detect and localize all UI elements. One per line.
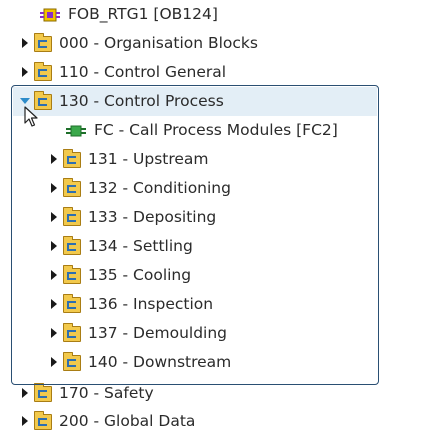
tree-item-132-conditioning[interactable]: 132 - Conditioning [47, 174, 231, 203]
chevron-right-icon[interactable] [47, 203, 63, 232]
tree-item-140-downstream[interactable]: 140 - Downstream [47, 348, 231, 377]
tree-item-label: 135 - Cooling [88, 266, 192, 284]
mouse-cursor-icon [24, 106, 38, 127]
folder-icon [63, 148, 81, 168]
folder-icon [63, 264, 81, 284]
tree-item-label: 131 - Upstream [88, 150, 209, 168]
tree-item-170-safety[interactable]: 170 - Safety [18, 379, 154, 408]
folder-icon [63, 322, 81, 342]
folder-icon [63, 206, 81, 226]
chevron-right-icon[interactable] [47, 290, 63, 319]
tree-item-label: FOB_RTG1 [OB124] [68, 5, 218, 23]
tree-item-label: FC - Call Process Modules [FC2] [94, 121, 338, 139]
tree-item-label: 133 - Depositing [88, 208, 217, 226]
chevron-right-icon[interactable] [18, 58, 34, 87]
folder-icon [34, 410, 52, 430]
tree-item-110-control-general[interactable]: 110 - Control General [18, 58, 226, 87]
tree-item-label: 110 - Control General [59, 63, 227, 81]
tree-item-label: 170 - Safety [59, 384, 154, 402]
chevron-right-icon[interactable] [47, 232, 63, 261]
folder-icon [63, 351, 81, 371]
folder-icon [34, 32, 52, 52]
tree-item-133-depositing[interactable]: 133 - Depositing [47, 203, 216, 232]
tree-item-134-settling[interactable]: 134 - Settling [47, 232, 193, 261]
tree-item-label: 200 - Global Data [59, 412, 196, 430]
chevron-right-icon[interactable] [47, 174, 63, 203]
chevron-right-icon[interactable] [47, 319, 63, 348]
folder-icon [63, 293, 81, 313]
tree-item-label: 136 - Inspection [88, 295, 214, 313]
tree-item-label: 140 - Downstream [88, 353, 232, 371]
tree-item-000-organisation-blocks[interactable]: 000 - Organisation Blocks [18, 29, 258, 58]
chevron-right-icon[interactable] [18, 379, 34, 408]
tree-item-137-demoulding[interactable]: 137 - Demoulding [47, 319, 227, 348]
ob-block-icon [40, 8, 60, 21]
chevron-right-icon[interactable] [18, 29, 34, 58]
folder-icon [63, 235, 81, 255]
tree-item-130-control-process[interactable]: 130 - Control Process [13, 87, 377, 116]
tree-item-label: 137 - Demoulding [88, 324, 228, 342]
folder-icon [34, 382, 52, 402]
tree-item-fc-call-process-modules[interactable]: FC - Call Process Modules [FC2] [66, 116, 338, 145]
folder-icon [63, 177, 81, 197]
expander-placeholder [14, 0, 30, 29]
tree-item-136-inspection[interactable]: 136 - Inspection [47, 290, 213, 319]
chevron-right-icon[interactable] [47, 348, 63, 377]
tree-item-label: 000 - Organisation Blocks [59, 34, 258, 52]
chevron-right-icon[interactable] [47, 145, 63, 174]
tree-item-label: 130 - Control Process [59, 92, 224, 110]
tree-item-131-upstream[interactable]: 131 - Upstream [47, 145, 209, 174]
folder-icon [34, 61, 52, 81]
tree-item-label: 132 - Conditioning [88, 179, 231, 197]
chevron-right-icon[interactable] [47, 261, 63, 290]
tree-item-fob-rtg1[interactable]: FOB_RTG1 [OB124] [14, 0, 218, 29]
chevron-right-icon[interactable] [18, 407, 34, 436]
fc-block-icon [66, 125, 86, 136]
tree-item-135-cooling[interactable]: 135 - Cooling [47, 261, 191, 290]
tree-item-200-global-data[interactable]: 200 - Global Data [18, 407, 195, 436]
tree-item-label: 134 - Settling [88, 237, 193, 255]
